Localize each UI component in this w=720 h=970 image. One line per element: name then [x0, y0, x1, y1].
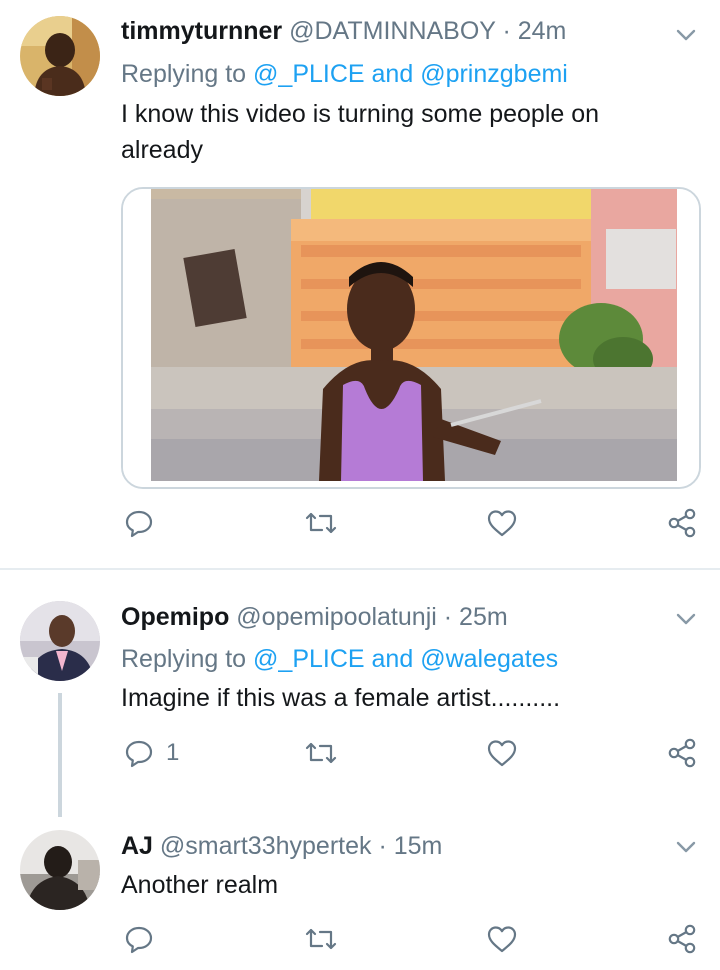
retweet-button[interactable] — [304, 505, 338, 541]
retweet-icon — [305, 512, 337, 534]
reply-button[interactable] — [124, 505, 166, 541]
chevron-down-icon[interactable] — [672, 609, 700, 629]
avatar[interactable] — [20, 16, 100, 96]
display-name[interactable]: AJ — [121, 832, 153, 860]
replying-to-label: Replying to — [121, 60, 247, 88]
heart-icon — [487, 740, 517, 767]
reply-bubble-icon — [125, 926, 153, 954]
reply-button[interactable] — [124, 921, 166, 957]
timestamp[interactable]: 15m — [394, 832, 443, 860]
like-button[interactable] — [486, 735, 518, 771]
display-name[interactable]: Opemipo — [121, 603, 229, 631]
share-button[interactable] — [666, 735, 698, 771]
retweet-button[interactable] — [304, 735, 338, 771]
share-icon — [668, 738, 696, 768]
reply-count: 1 — [166, 739, 180, 766]
reply-bubble-icon — [125, 740, 153, 768]
display-name[interactable]: timmyturnner — [121, 17, 282, 45]
tweet-text: I know this video is turning some people… — [121, 100, 600, 164]
like-button[interactable] — [486, 921, 518, 957]
retweet-button[interactable] — [304, 921, 338, 957]
reply-bubble-icon — [125, 510, 153, 538]
heart-icon — [487, 510, 517, 537]
tweet-media[interactable] — [121, 187, 701, 489]
heart-icon — [487, 926, 517, 953]
separator: · — [443, 603, 453, 631]
tweet-text: Imagine if this was a female artist.....… — [121, 684, 561, 712]
man-in-suit-avatar-image — [20, 601, 100, 681]
share-icon — [668, 508, 696, 538]
like-button[interactable] — [486, 505, 518, 541]
person-avatar-image — [20, 830, 100, 910]
share-button[interactable] — [666, 921, 698, 957]
mention-conjunction: and — [371, 645, 414, 673]
retweet-icon — [305, 928, 337, 950]
share-button[interactable] — [666, 505, 698, 541]
replying-to: Replying to @_PLICE and @walegates — [121, 643, 558, 675]
mention-link[interactable]: @walegates — [420, 645, 558, 673]
tweet-text: Another realm — [121, 871, 279, 899]
timestamp[interactable]: 24m — [518, 17, 567, 45]
avatar[interactable] — [20, 830, 100, 910]
mention-link[interactable]: @prinzgbemi — [420, 60, 568, 88]
child-avatar-image — [20, 16, 100, 96]
replying-to: Replying to @_PLICE and @prinzgbemi — [121, 58, 568, 90]
handle[interactable]: @smart33hypertek — [160, 832, 372, 860]
separator: · — [502, 17, 511, 45]
tweet-actions: 1 — [0, 735, 720, 771]
handle[interactable]: @opemipoolatunji — [236, 603, 437, 631]
avatar[interactable] — [20, 601, 100, 681]
mention-link[interactable]: @_PLICE — [253, 60, 365, 88]
retweet-icon — [305, 742, 337, 764]
mention-conjunction: and — [371, 60, 414, 88]
replying-to-label: Replying to — [121, 645, 247, 673]
tweet-divider — [0, 568, 720, 570]
reply-button[interactable]: 1 — [124, 735, 179, 771]
tweet-actions — [0, 505, 720, 541]
chevron-down-icon[interactable] — [672, 837, 700, 857]
share-icon — [668, 924, 696, 954]
chevron-down-icon[interactable] — [672, 25, 700, 45]
tweet-actions — [0, 921, 720, 957]
timestamp[interactable]: 25m — [459, 603, 508, 631]
separator: · — [378, 832, 387, 860]
video-thumbnail-image — [123, 189, 699, 487]
mention-link[interactable]: @_PLICE — [253, 645, 365, 673]
handle[interactable]: @DATMINNABOY — [289, 17, 495, 45]
